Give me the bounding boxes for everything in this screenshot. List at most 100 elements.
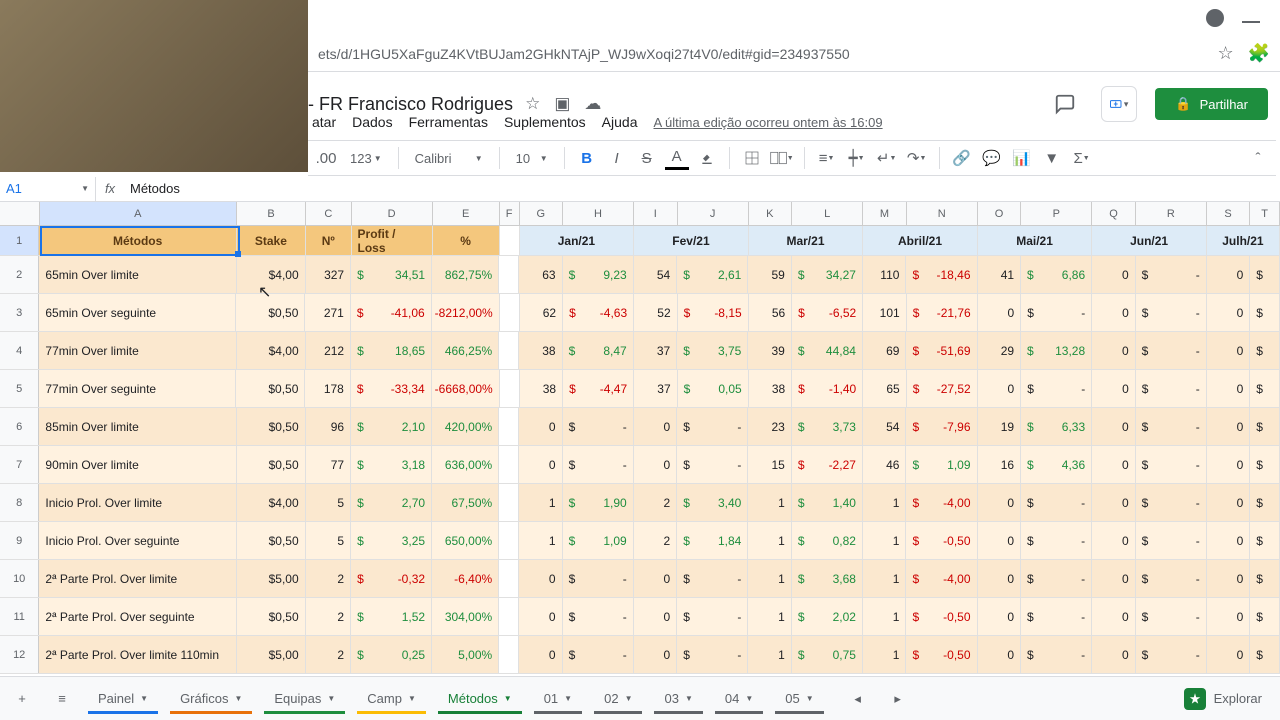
cell[interactable]: Jun/21 <box>1092 226 1207 255</box>
cell[interactable]: $-51,69 <box>906 332 977 369</box>
cell[interactable]: $ <box>1250 484 1280 521</box>
cell[interactable]: $- <box>1021 522 1092 559</box>
cell[interactable]: 0 <box>519 446 563 483</box>
cell[interactable]: $1,52 <box>351 598 432 635</box>
cell[interactable]: 77 <box>306 446 351 483</box>
cell[interactable]: $1,40 <box>792 484 863 521</box>
cell[interactable]: $- <box>1021 294 1092 331</box>
cell[interactable]: 1 <box>748 598 792 635</box>
cell[interactable]: $-4,00 <box>906 560 977 597</box>
cell[interactable]: $- <box>1136 294 1207 331</box>
row-header[interactable]: 3 <box>0 294 39 331</box>
cell[interactable]: $- <box>1136 598 1207 635</box>
row-header[interactable]: 8 <box>0 484 39 521</box>
cell[interactable]: 2 <box>306 636 351 673</box>
cell[interactable]: Mar/21 <box>749 226 864 255</box>
cell[interactable]: 1 <box>748 484 792 521</box>
zoom-select[interactable]: 123▼ <box>344 147 388 170</box>
cell[interactable]: $6,33 <box>1021 408 1092 445</box>
cell[interactable]: $-18,46 <box>906 256 977 293</box>
cell[interactable]: $ <box>1250 560 1280 597</box>
cell[interactable]: 420,00% <box>432 408 499 445</box>
cell[interactable]: $0,50 <box>237 446 306 483</box>
cell[interactable]: $0,82 <box>792 522 863 559</box>
cell[interactable]: 0 <box>519 598 563 635</box>
cell[interactable]: $- <box>1021 636 1092 673</box>
cell[interactable]: 37 <box>634 370 678 407</box>
cell[interactable]: 0 <box>1092 294 1136 331</box>
cell[interactable]: 63 <box>519 256 563 293</box>
borders-button[interactable] <box>740 146 764 170</box>
cell[interactable]: $4,00 <box>237 332 306 369</box>
cell[interactable]: 327 <box>306 256 351 293</box>
cell[interactable]: $-27,52 <box>907 370 978 407</box>
cell[interactable]: Mai/21 <box>978 226 1093 255</box>
grid[interactable]: A B C D E F G H I J K L M N O P Q R S T … <box>0 202 1280 676</box>
cell[interactable]: 59 <box>748 256 792 293</box>
cell[interactable]: 23 <box>748 408 792 445</box>
row-header[interactable]: 10 <box>0 560 39 597</box>
cell[interactable]: $-0,50 <box>906 598 977 635</box>
cell[interactable]: $-1,40 <box>792 370 863 407</box>
cell[interactable]: $-4,63 <box>563 294 634 331</box>
cell[interactable]: 650,00% <box>432 522 499 559</box>
select-all-corner[interactable] <box>0 202 40 225</box>
cell[interactable]: $- <box>1021 560 1092 597</box>
cell[interactable]: 0 <box>978 598 1022 635</box>
cell[interactable]: 862,75% <box>432 256 499 293</box>
cell[interactable]: $- <box>1021 598 1092 635</box>
tab-nav-right[interactable]: ▸ <box>880 681 916 717</box>
decrease-decimal-icon[interactable]: .00 <box>314 146 338 170</box>
cell[interactable]: 0 <box>1207 446 1251 483</box>
cell[interactable]: Nº <box>306 226 352 255</box>
profile-dot[interactable] <box>1206 9 1224 27</box>
cell[interactable]: $ <box>1250 370 1280 407</box>
cell[interactable]: 0 <box>978 370 1022 407</box>
cell[interactable]: $-2,27 <box>792 446 863 483</box>
cell[interactable]: $1,09 <box>563 522 634 559</box>
cell[interactable]: 5 <box>306 522 351 559</box>
cell[interactable]: 15 <box>748 446 792 483</box>
cell[interactable]: 0 <box>978 560 1022 597</box>
cell[interactable]: 69 <box>863 332 907 369</box>
valign-button[interactable]: ┿▼ <box>845 146 869 170</box>
cell[interactable]: $4,00 <box>237 484 306 521</box>
cell[interactable] <box>499 598 519 635</box>
row-header[interactable]: 2 <box>0 256 39 293</box>
cell[interactable]: 0 <box>1092 256 1136 293</box>
cell[interactable]: 0 <box>978 636 1022 673</box>
name-box[interactable]: A1▼ <box>0 177 96 201</box>
col-header[interactable]: I <box>634 202 677 225</box>
cell[interactable]: 0 <box>1207 522 1251 559</box>
cell[interactable]: 0 <box>1207 408 1251 445</box>
cell[interactable]: $1,09 <box>906 446 977 483</box>
col-header[interactable]: D <box>352 202 433 225</box>
cell[interactable]: $- <box>677 446 748 483</box>
cell[interactable]: $3,75 <box>677 332 748 369</box>
cell[interactable]: $6,86 <box>1021 256 1092 293</box>
cell[interactable]: Inicio Prol. Over limite <box>39 484 236 521</box>
cell[interactable]: $8,47 <box>563 332 634 369</box>
cell[interactable]: $0,75 <box>792 636 863 673</box>
row-header[interactable]: 12 <box>0 636 39 673</box>
cell[interactable]: 1 <box>748 522 792 559</box>
cell[interactable]: $- <box>563 446 634 483</box>
cell[interactable]: $3,40 <box>677 484 748 521</box>
cell[interactable]: $ <box>1250 636 1280 673</box>
cell[interactable]: 0 <box>519 636 563 673</box>
cell[interactable]: $- <box>677 408 748 445</box>
cell[interactable]: 1 <box>519 484 563 521</box>
cell[interactable]: 0 <box>1207 256 1251 293</box>
cell[interactable]: $- <box>563 598 634 635</box>
last-edit[interactable]: A última edição ocorreu ontem às 16:09 <box>653 115 882 130</box>
cell[interactable]: $2,02 <box>792 598 863 635</box>
cell[interactable]: $-8,15 <box>678 294 749 331</box>
cell[interactable]: $34,51 <box>351 256 432 293</box>
cell[interactable]: 67,50% <box>432 484 499 521</box>
cell[interactable]: % <box>433 226 500 255</box>
cell[interactable]: Inicio Prol. Over seguinte <box>39 522 236 559</box>
cell[interactable] <box>499 560 519 597</box>
cell[interactable]: $34,27 <box>792 256 863 293</box>
cell[interactable]: 1 <box>748 636 792 673</box>
cell[interactable]: 1 <box>863 522 907 559</box>
